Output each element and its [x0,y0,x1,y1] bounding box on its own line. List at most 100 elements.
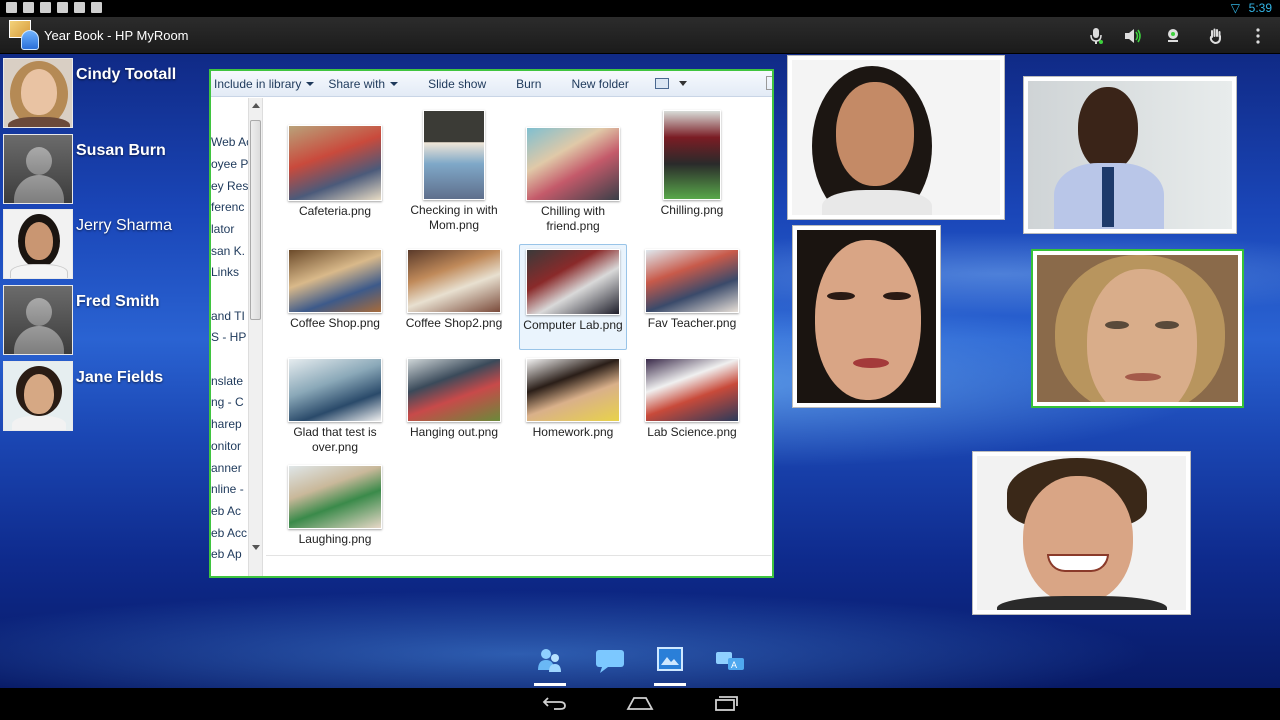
nav-item[interactable]: lator [211,222,234,236]
nav-item[interactable]: san K. [211,244,245,258]
translate-button[interactable]: A [710,646,750,686]
burn-button[interactable]: Burn [516,77,541,91]
file-thumbnail [423,110,485,200]
participants-button[interactable] [530,646,570,686]
recent-apps-icon[interactable] [713,695,739,716]
file-grid: Cafeteria.png Checking in with Mom.png C… [266,98,766,558]
file-name: Chilling.png [660,203,724,217]
mode-switcher: A [520,644,760,686]
nav-item[interactable]: Web Ac [211,135,248,149]
file-thumbnail [645,358,739,422]
file-name: Glad that test is over.png [293,425,377,454]
video-tile-participant[interactable] [972,451,1191,615]
shared-content-button[interactable] [650,646,690,686]
file-name: Cafeteria.png [298,204,372,218]
file-item[interactable]: Glad that test is over.png [281,358,389,455]
view-options-chevron-icon[interactable] [678,81,687,86]
chat-button[interactable] [590,646,630,686]
file-name: Coffee Shop.png [290,316,380,330]
generic-avatar-icon [3,285,73,355]
microphone-icon[interactable] [1086,26,1106,46]
file-thumbnail [407,249,501,313]
generic-avatar-icon [3,134,73,204]
webcam-icon[interactable] [1163,26,1183,46]
scrollbar-thumb[interactable] [250,120,261,320]
participant-jerry-sharma[interactable]: Jerry Sharma [3,209,203,279]
file-thumbnail [526,358,620,422]
file-item[interactable]: Lab Science.png [638,358,746,440]
participant-fred-smith[interactable]: Fred Smith [3,285,203,355]
slide-show-button[interactable]: Slide show [428,77,486,91]
avatar [3,58,73,128]
file-item[interactable]: Homework.png [519,358,627,440]
change-view-icon[interactable] [654,78,669,89]
video-tile-participant[interactable] [792,225,941,408]
participant-jane-fields[interactable]: Jane Fields [3,361,203,431]
file-thumbnail [288,465,382,529]
video-tile-participant[interactable] [787,55,1005,220]
speaker-icon[interactable] [1123,26,1143,46]
file-name: Computer Lab.png [523,318,623,332]
nav-item[interactable]: eb Acc [211,526,247,540]
nav-item[interactable]: nslate [211,374,243,388]
include-in-library-button[interactable]: Include in library [214,77,315,91]
wifi-icon: ▽ [1230,1,1240,15]
home-icon[interactable] [626,695,654,716]
app-title: Year Book - HP MyRoom [44,28,189,43]
nav-item[interactable]: anner [211,461,242,475]
scroll-up-arrow-icon[interactable] [252,103,260,108]
active-indicator [654,683,686,686]
nav-item[interactable]: eb Ap [211,547,242,561]
nav-item[interactable]: eb Ac [211,504,241,518]
help-icon[interactable] [766,76,772,90]
file-thumbnail [288,125,382,201]
file-thumbnail [288,249,382,313]
video-tile-participant[interactable] [1023,76,1237,234]
nav-item[interactable]: ferenc [211,200,244,214]
clock: 5:39 [1248,1,1272,15]
file-name: Homework.png [532,425,614,439]
check-icon [74,2,85,13]
file-item[interactable]: Laughing.png [281,465,389,547]
notification-icon [6,2,17,13]
file-item[interactable]: Coffee Shop2.png [400,249,508,331]
file-thumbnail [526,127,620,201]
overflow-menu-icon[interactable] [1248,26,1268,46]
file-name: Lab Science.png [647,425,737,439]
scroll-down-arrow-icon[interactable] [252,545,260,550]
nav-item[interactable]: ng - C [211,395,244,409]
nav-item[interactable]: oyee P [211,157,248,171]
file-thumbnail [645,249,739,313]
file-item[interactable]: Fav Teacher.png [638,249,746,331]
file-thumbnail [663,110,721,200]
video-tile-participant-active-speaker[interactable] [1031,249,1244,408]
file-item[interactable]: Cafeteria.png [281,125,389,219]
nav-item[interactable]: S - HP [211,330,246,344]
file-item[interactable]: Chilling with friend.png [519,127,627,234]
translate-icon: A [716,652,744,670]
nav-item[interactable]: and TI [211,309,245,323]
file-item-selected[interactable]: Computer Lab.png [519,244,627,350]
file-item[interactable]: Coffee Shop.png [281,249,389,331]
file-item[interactable]: Checking in with Mom.png [400,110,508,233]
shared-file-explorer-window[interactable]: Include in library Share with Slide show… [209,69,774,578]
raise-hand-icon[interactable] [1206,26,1226,46]
nav-item[interactable]: nline - [211,482,244,496]
participant-cindy-tootall[interactable]: Cindy Tootall [3,58,203,128]
navigation-scrollbar[interactable] [248,98,263,576]
nav-item[interactable]: harep [211,417,242,431]
file-item[interactable]: Chilling.png [638,110,746,218]
participant-susan-burn[interactable]: Susan Burn [3,134,203,204]
participant-name: Cindy Tootall [76,66,177,83]
avatar [3,209,73,279]
nav-item[interactable]: onitor [211,439,241,453]
file-name: Hanging out.png [409,425,499,439]
new-folder-button[interactable]: New folder [571,77,628,91]
nav-item[interactable]: ey Res [211,179,248,193]
system-navigation-bar [0,688,1280,720]
back-icon[interactable] [542,695,568,716]
nav-item[interactable]: Links [211,265,239,279]
share-with-button[interactable]: Share with [328,77,399,91]
chat-icon [596,650,624,673]
file-item[interactable]: Hanging out.png [400,358,508,440]
